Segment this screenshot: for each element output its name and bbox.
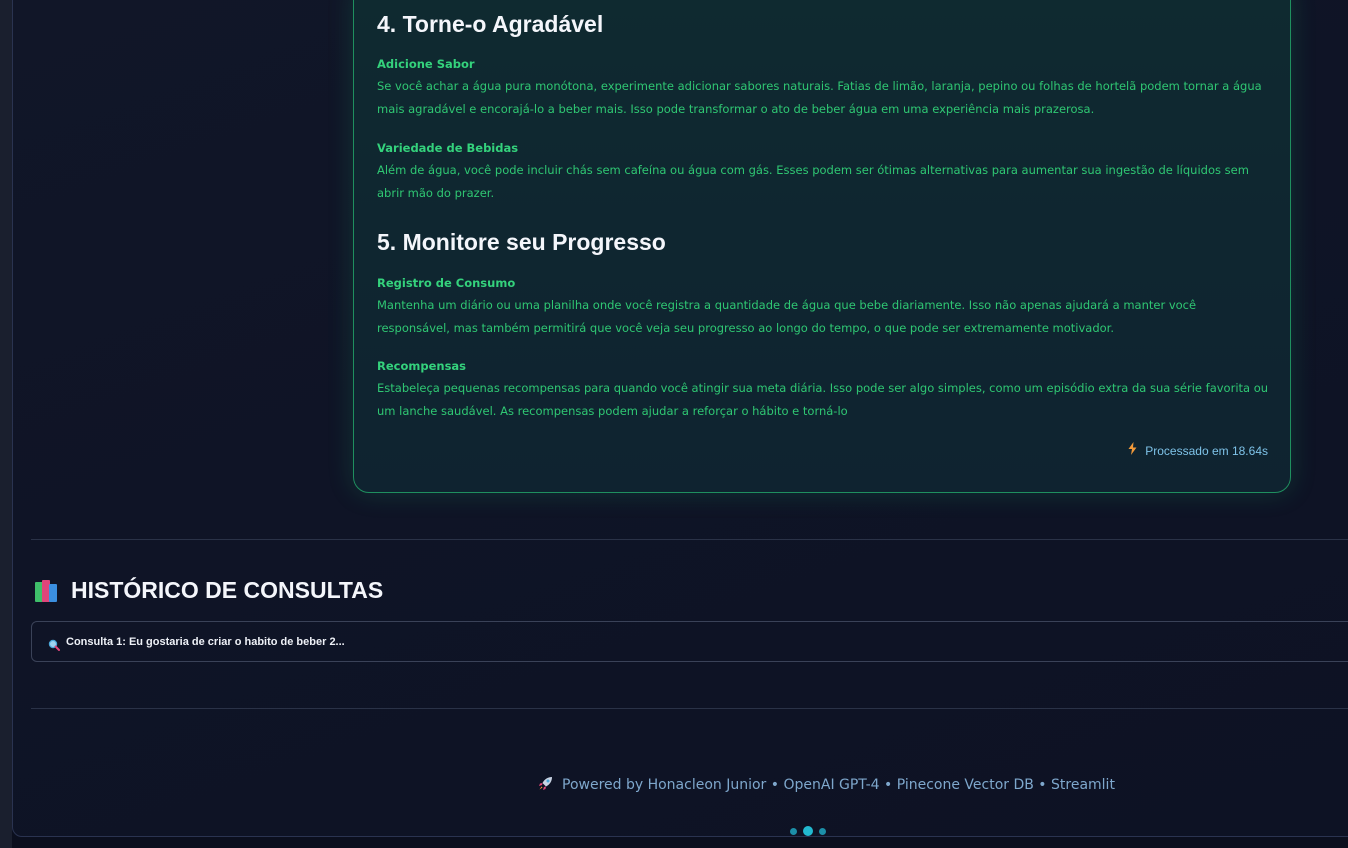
main-content-panel: 4. Torne-o Agradável Adicione Sabor Se v… bbox=[12, 0, 1348, 837]
magnifier-icon bbox=[48, 636, 60, 651]
dot-active bbox=[803, 826, 813, 836]
section-title-torne-agradavel: 4. Torne-o Agradável bbox=[377, 11, 604, 37]
dot bbox=[819, 827, 826, 835]
paragraph-variedade-bebidas: Além de água, você pode incluir chás sem… bbox=[377, 163, 1249, 200]
subtitle-adicione-sabor: Adicione Sabor bbox=[377, 57, 475, 71]
subtitle-variedade-bebidas: Variedade de Bebidas bbox=[377, 141, 519, 155]
rocket-icon bbox=[538, 775, 554, 795]
answer-card: 4. Torne-o Agradável Adicione Sabor Se v… bbox=[353, 0, 1291, 493]
lightning-bolt-icon bbox=[1128, 442, 1137, 458]
footer-text: Powered by Honacleon Junior • OpenAI GPT… bbox=[562, 777, 1115, 793]
paragraph-adicione-sabor: Se você achar a água pura monótona, expe… bbox=[377, 79, 1262, 116]
paragraph-registro-consumo: Mantenha um diário ou uma planilha onde … bbox=[377, 298, 1197, 335]
sidebar-edge bbox=[0, 0, 12, 848]
subtitle-registro-consumo: Registro de Consumo bbox=[377, 276, 516, 290]
divider-bottom bbox=[31, 708, 1348, 709]
subtitle-recompensas: Recompensas bbox=[377, 359, 467, 373]
history-item-label: Consulta 1: Eu gostaria de criar o habit… bbox=[66, 635, 345, 648]
history-heading: HISTÓRICO DE CONSULTAS bbox=[35, 577, 383, 604]
processing-time-label: Processado em 18.64s bbox=[1145, 444, 1268, 458]
divider-top bbox=[31, 539, 1348, 540]
loading-dots bbox=[790, 826, 826, 836]
section-title-monitore-progresso: 5. Monitore seu Progresso bbox=[377, 229, 666, 255]
paragraph-recompensas: Estabeleça pequenas recompensas para qua… bbox=[377, 381, 1269, 418]
processing-time: Processado em 18.64s bbox=[1128, 442, 1268, 458]
footer: Powered by Honacleon Junior • OpenAI GPT… bbox=[538, 775, 1115, 795]
history-title: HISTÓRICO DE CONSULTAS bbox=[71, 577, 384, 603]
history-item-consulta-1[interactable]: Consulta 1: Eu gostaria de criar o habit… bbox=[31, 621, 1348, 662]
dot bbox=[790, 827, 797, 835]
books-icon bbox=[35, 579, 61, 602]
